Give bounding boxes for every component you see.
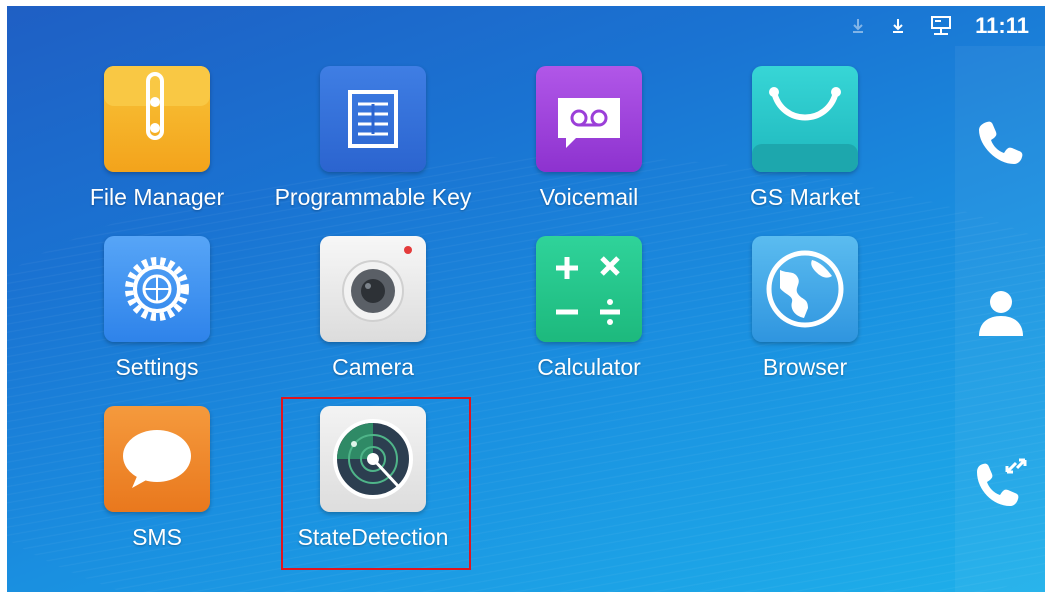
download-faded-icon <box>853 19 864 33</box>
call-history-icon <box>977 458 1027 506</box>
settings-icon <box>104 236 210 342</box>
file-manager-icon <box>104 66 210 172</box>
app-settings[interactable]: Settings <box>49 236 265 396</box>
app-label: Camera <box>332 354 414 380</box>
sms-icon <box>104 406 210 512</box>
app-label: Settings <box>115 354 199 380</box>
app-label: Calculator <box>537 354 641 380</box>
app-label: GS Market <box>750 184 860 210</box>
voicemail-icon <box>536 66 642 172</box>
highlight-box <box>281 397 471 570</box>
app-sms[interactable]: SMS <box>49 406 265 566</box>
contacts-button[interactable] <box>975 286 1027 338</box>
app-label: SMS <box>132 524 182 550</box>
home-screen: 11:11 File Manager Programmable Key Voic… <box>7 6 1045 592</box>
app-browser[interactable]: Browser <box>697 236 913 396</box>
camera-icon <box>320 236 426 342</box>
call-history-button[interactable] <box>975 454 1027 506</box>
download-icon <box>893 19 904 33</box>
gs-market-icon <box>752 66 858 172</box>
app-voicemail[interactable]: Voicemail <box>481 66 697 226</box>
status-bar: 11:11 <box>785 6 1045 46</box>
app-label: Programmable Key <box>274 184 472 210</box>
screenshot-frame: 11:11 File Manager Programmable Key Voic… <box>0 0 1045 592</box>
clock: 11:11 <box>975 13 1029 38</box>
app-camera[interactable]: Camera <box>265 236 481 396</box>
app-label: File Manager <box>89 184 225 210</box>
phone-button[interactable] <box>975 116 1027 168</box>
app-calculator[interactable]: Calculator <box>481 236 697 396</box>
network-icon <box>931 16 952 35</box>
app-gs-market[interactable]: GS Market <box>697 66 913 226</box>
calculator-icon <box>536 236 642 342</box>
phone-icon <box>979 121 1023 164</box>
side-panel <box>955 46 1045 592</box>
app-programmable-key[interactable]: Programmable Key <box>265 66 481 226</box>
app-label: Browser <box>762 354 848 380</box>
contacts-icon <box>979 291 1023 336</box>
app-file-manager[interactable]: File Manager <box>49 66 265 226</box>
programmable-key-icon <box>320 66 426 172</box>
browser-icon <box>752 236 858 342</box>
app-label: Voicemail <box>539 184 639 210</box>
